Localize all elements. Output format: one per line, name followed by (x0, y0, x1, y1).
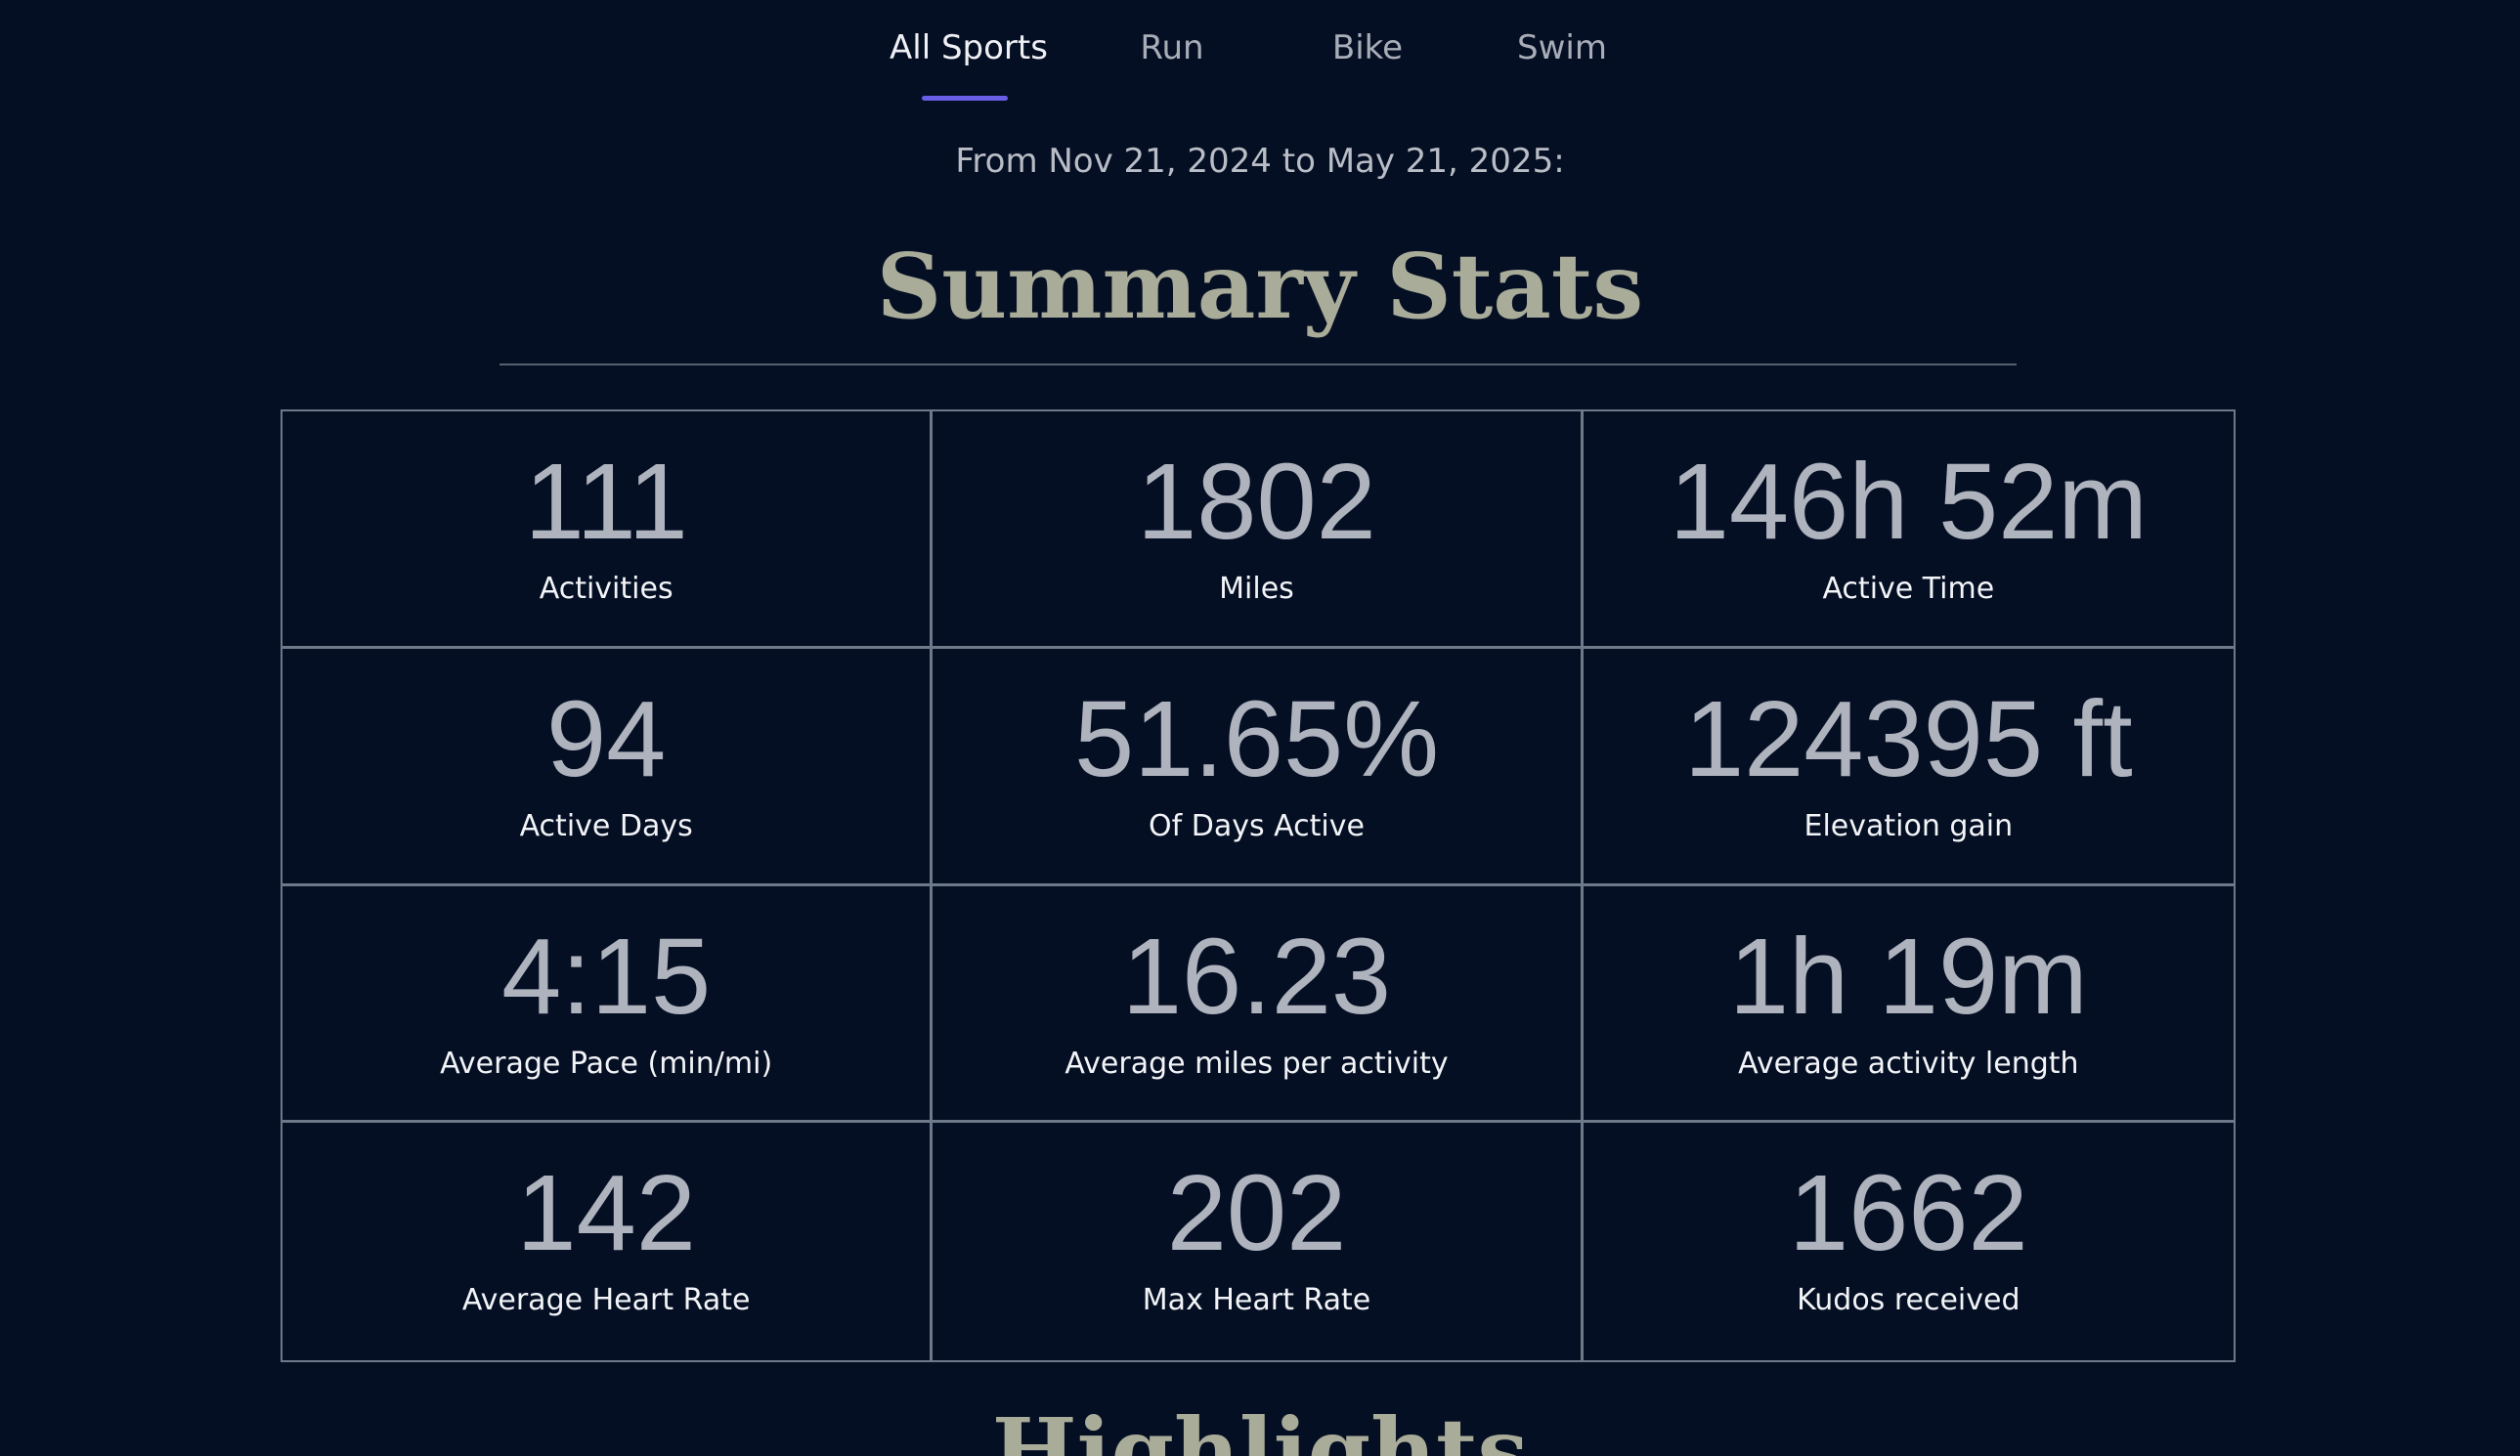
stat-cell-active-time: 146h 52m Active Time (1583, 411, 2234, 649)
tab-swim[interactable]: Swim (1517, 25, 1607, 70)
stat-label: Of Days Active (1149, 808, 1365, 843)
stat-cell-average-heart-rate: 142 Average Heart Rate (282, 1123, 934, 1360)
stat-cell-average-pace: 4:15 Average Pace (min/mi) (282, 885, 934, 1124)
stat-value: 1662 (1788, 1153, 2028, 1274)
sport-tabs: All Sports Run Bike Swim (0, 0, 2520, 107)
stat-value: 1802 (1137, 442, 1376, 562)
stat-label: Miles (1219, 572, 1294, 606)
stat-cell-average-activity-length: 1h 19m Average activity length (1583, 886, 2234, 1124)
stat-label: Active Days (519, 808, 693, 843)
stat-cell-average-miles: 16.23 Average miles per activity (933, 885, 1584, 1124)
stat-label: Elevation gain (1803, 808, 2014, 843)
title-divider (500, 364, 2017, 365)
stat-cell-kudos-received: 1662 Kudos received (1584, 1123, 2234, 1360)
stat-label: Active Time (1822, 572, 1995, 606)
active-tab-indicator (922, 96, 1008, 101)
tab-bike[interactable]: Bike (1329, 25, 1406, 70)
stat-label: Average miles per activity (1064, 1046, 1449, 1081)
stat-value: 94 (545, 678, 667, 799)
stat-value: 146h 52m (1669, 442, 2148, 562)
stat-label: Activities (539, 572, 673, 606)
stat-label: Average Pace (min/mi) (440, 1046, 773, 1081)
stat-value: 51.65% (1073, 678, 1440, 799)
summary-stats-title: Summary Stats (876, 234, 1644, 339)
stat-label: Max Heart Rate (1142, 1283, 1371, 1318)
stat-cell-activities: 111 Activities (282, 411, 934, 649)
tab-all-sports[interactable]: All Sports (890, 25, 1048, 70)
stat-value: 142 (516, 1153, 696, 1274)
stat-value: 16.23 (1121, 916, 1392, 1037)
stat-value: 124395 ft (1683, 678, 2133, 799)
stat-value: 111 (524, 442, 688, 562)
stat-cell-miles: 1802 Miles (933, 411, 1584, 649)
stat-cell-max-heart-rate: 202 Max Heart Rate (933, 1123, 1584, 1360)
stat-label: Average activity length (1738, 1046, 2079, 1081)
stat-value: 4:15 (501, 916, 712, 1037)
highlights-title: Highlights (991, 1398, 1529, 1456)
stat-label: Kudos received (1797, 1283, 2020, 1318)
stat-value: 1h 19m (1728, 916, 2088, 1037)
stat-cell-active-days: 94 Active Days (282, 648, 934, 886)
stat-value: 202 (1166, 1153, 1347, 1274)
tab-run[interactable]: Run (1136, 25, 1208, 70)
summary-stats-grid: 111 Activities 1802 Miles 146h 52m Activ… (281, 409, 2236, 1362)
stat-label: Average Heart Rate (461, 1283, 751, 1318)
stat-cell-days-active-percent: 51.65% Of Days Active (933, 648, 1584, 886)
date-range: From Nov 21, 2024 to May 21, 2025: (955, 142, 1565, 181)
stat-cell-elevation-gain: 124395 ft Elevation gain (1583, 649, 2234, 886)
